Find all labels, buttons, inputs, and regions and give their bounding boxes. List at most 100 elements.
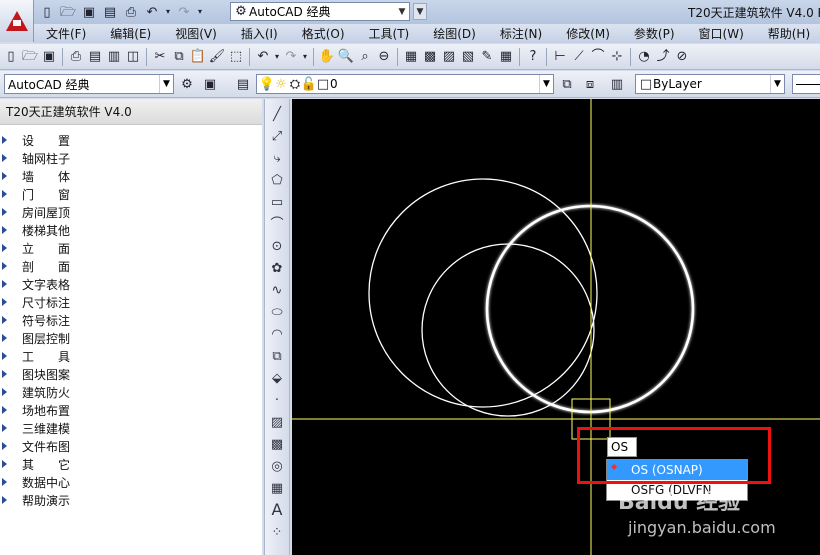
panel-item[interactable]: 轴网柱子	[0, 149, 262, 167]
undo-dropdown-icon[interactable]: ▾	[164, 3, 172, 21]
insert-block-icon[interactable]: ⧉	[268, 347, 286, 365]
chevron-down-icon[interactable]: ▼	[770, 75, 784, 93]
panel-item[interactable]: 剖 面	[0, 257, 262, 275]
undo-icon[interactable]: ↶	[254, 48, 272, 66]
menu-file[interactable]: 文件(F)	[34, 25, 98, 42]
workspace-select[interactable]: AutoCAD 经典 ▼	[4, 74, 174, 94]
make-current-layer-icon[interactable]: ⧉	[558, 75, 576, 93]
open-folder-icon[interactable]: 🗁	[59, 3, 77, 21]
save-icon[interactable]: ▣	[80, 3, 98, 21]
multiline-text-icon[interactable]: A	[268, 501, 286, 519]
publish-icon[interactable]: ▥	[105, 48, 123, 66]
add-selected-icon[interactable]: ⁘	[268, 523, 286, 541]
undo-dropdown-icon[interactable]: ▾	[273, 48, 281, 66]
zoom-realtime-icon[interactable]: 🔍	[337, 48, 355, 66]
open-icon[interactable]: 🗁	[21, 48, 39, 66]
menu-dimension[interactable]: 标注(N)	[488, 25, 554, 42]
highlighted-circle[interactable]	[485, 204, 695, 414]
panel-item[interactable]: 门 窗	[0, 185, 262, 203]
markup-icon[interactable]: ✎	[478, 48, 496, 66]
color-select[interactable]: □ ByLayer ▼	[635, 74, 785, 94]
gradient-icon[interactable]: ▩	[268, 435, 286, 453]
workspace-settings-icon[interactable]: ⚙	[178, 75, 196, 93]
workspace-combo[interactable]: ⚙ AutoCAD 经典 ▼	[230, 2, 410, 21]
layer-select[interactable]: 💡 ☼ ⛭ 🔓 □ 0 ▼	[256, 74, 554, 94]
chevron-down-icon[interactable]: ▼	[159, 75, 173, 93]
aligned-dimension-icon[interactable]: ⟋	[570, 48, 588, 66]
large-circle[interactable]	[368, 178, 598, 408]
arc-length-icon[interactable]: ⌒	[589, 48, 607, 66]
panel-item[interactable]: 建筑防火	[0, 383, 262, 401]
print-icon[interactable]: ⎙	[122, 3, 140, 21]
menu-modify[interactable]: 修改(M)	[554, 25, 622, 42]
copy-icon[interactable]: ⧉	[170, 48, 188, 66]
line-icon[interactable]: ╱	[268, 105, 286, 123]
redo-icon[interactable]: ↷	[282, 48, 300, 66]
menu-format[interactable]: 格式(O)	[290, 25, 357, 42]
menu-insert[interactable]: 插入(I)	[229, 25, 290, 42]
small-circle[interactable]	[421, 243, 595, 417]
menu-edit[interactable]: 编辑(E)	[98, 25, 163, 42]
arc-icon[interactable]: ⌒	[268, 215, 286, 233]
spline-icon[interactable]: ∿	[268, 281, 286, 299]
panel-item[interactable]: 文字表格	[0, 275, 262, 293]
region-icon[interactable]: ◎	[268, 457, 286, 475]
linear-dimension-icon[interactable]: ⊢	[551, 48, 569, 66]
chevron-down-icon[interactable]: ▼	[539, 75, 553, 93]
layer-previous-icon[interactable]: ⧈	[581, 75, 599, 93]
panel-item[interactable]: 立 面	[0, 239, 262, 257]
block-editor-icon[interactable]: ⬚	[227, 48, 245, 66]
panel-item[interactable]: 三维建模	[0, 419, 262, 437]
match-properties-icon[interactable]: 🖌	[208, 48, 226, 66]
menu-parameters[interactable]: 参数(P)	[622, 25, 687, 42]
paste-icon[interactable]: 📋	[189, 48, 207, 66]
panel-item[interactable]: 尺寸标注	[0, 293, 262, 311]
rectangle-icon[interactable]: ▭	[268, 193, 286, 211]
panel-item[interactable]: 帮助演示	[0, 491, 262, 509]
new-file-icon[interactable]: ▯	[38, 3, 56, 21]
ellipse-arc-icon[interactable]: ◠	[268, 325, 286, 343]
zoom-window-icon[interactable]: ⌕	[356, 48, 374, 66]
design-center-icon[interactable]: ▩	[421, 48, 439, 66]
ellipse-icon[interactable]: ⬭	[268, 303, 286, 321]
new-icon[interactable]: ▯	[2, 48, 20, 66]
table-icon[interactable]: ▦	[268, 479, 286, 497]
redo-dropdown-icon[interactable]: ▾	[196, 3, 204, 21]
save-icon[interactable]: ▣	[40, 48, 58, 66]
properties-icon[interactable]: ▦	[402, 48, 420, 66]
polyline-icon[interactable]: ⤷	[268, 149, 286, 167]
panel-item[interactable]: 图块图案	[0, 365, 262, 383]
menu-view[interactable]: 视图(V)	[163, 25, 229, 42]
panel-item[interactable]: 图层控制	[0, 329, 262, 347]
circle-icon[interactable]: ⊙	[268, 237, 286, 255]
cut-icon[interactable]: ✂	[151, 48, 169, 66]
menu-window[interactable]: 窗口(W)	[687, 25, 756, 42]
layer-properties-icon[interactable]: ▥	[608, 75, 626, 93]
panel-item[interactable]: 文件布图	[0, 437, 262, 455]
linetype-select[interactable]	[792, 74, 820, 94]
application-menu-button[interactable]	[0, 0, 34, 42]
construction-line-icon[interactable]: ⤢	[268, 127, 286, 145]
panel-item[interactable]: 场地布置	[0, 401, 262, 419]
hatch-icon[interactable]: ▨	[268, 413, 286, 431]
3d-print-icon[interactable]: ◫	[124, 48, 142, 66]
chevron-down-icon[interactable]: ▼	[395, 3, 409, 20]
autocomplete-option[interactable]: ◆ OS (OSNAP)	[607, 460, 747, 480]
panel-item[interactable]: 数据中心	[0, 473, 262, 491]
panel-item[interactable]: 符号标注	[0, 311, 262, 329]
pan-icon[interactable]: ✋	[318, 48, 336, 66]
help-icon[interactable]: ?	[524, 48, 542, 66]
polygon-icon[interactable]: ⬠	[268, 171, 286, 189]
menu-help[interactable]: 帮助(H)	[756, 25, 820, 42]
sheet-set-icon[interactable]: ▧	[459, 48, 477, 66]
point-icon[interactable]: ·	[268, 391, 286, 409]
tool-palettes-icon[interactable]: ▨	[440, 48, 458, 66]
revision-cloud-icon[interactable]: ✿	[268, 259, 286, 277]
redo-icon[interactable]: ↷	[175, 3, 193, 21]
panel-item[interactable]: 其 它	[0, 455, 262, 473]
panel-item[interactable]: 楼梯其他	[0, 221, 262, 239]
make-block-icon[interactable]: ⬙	[268, 369, 286, 387]
panel-item[interactable]: 房间屋顶	[0, 203, 262, 221]
save-as-icon[interactable]: ▤	[101, 3, 119, 21]
zoom-previous-icon[interactable]: ⊖	[375, 48, 393, 66]
